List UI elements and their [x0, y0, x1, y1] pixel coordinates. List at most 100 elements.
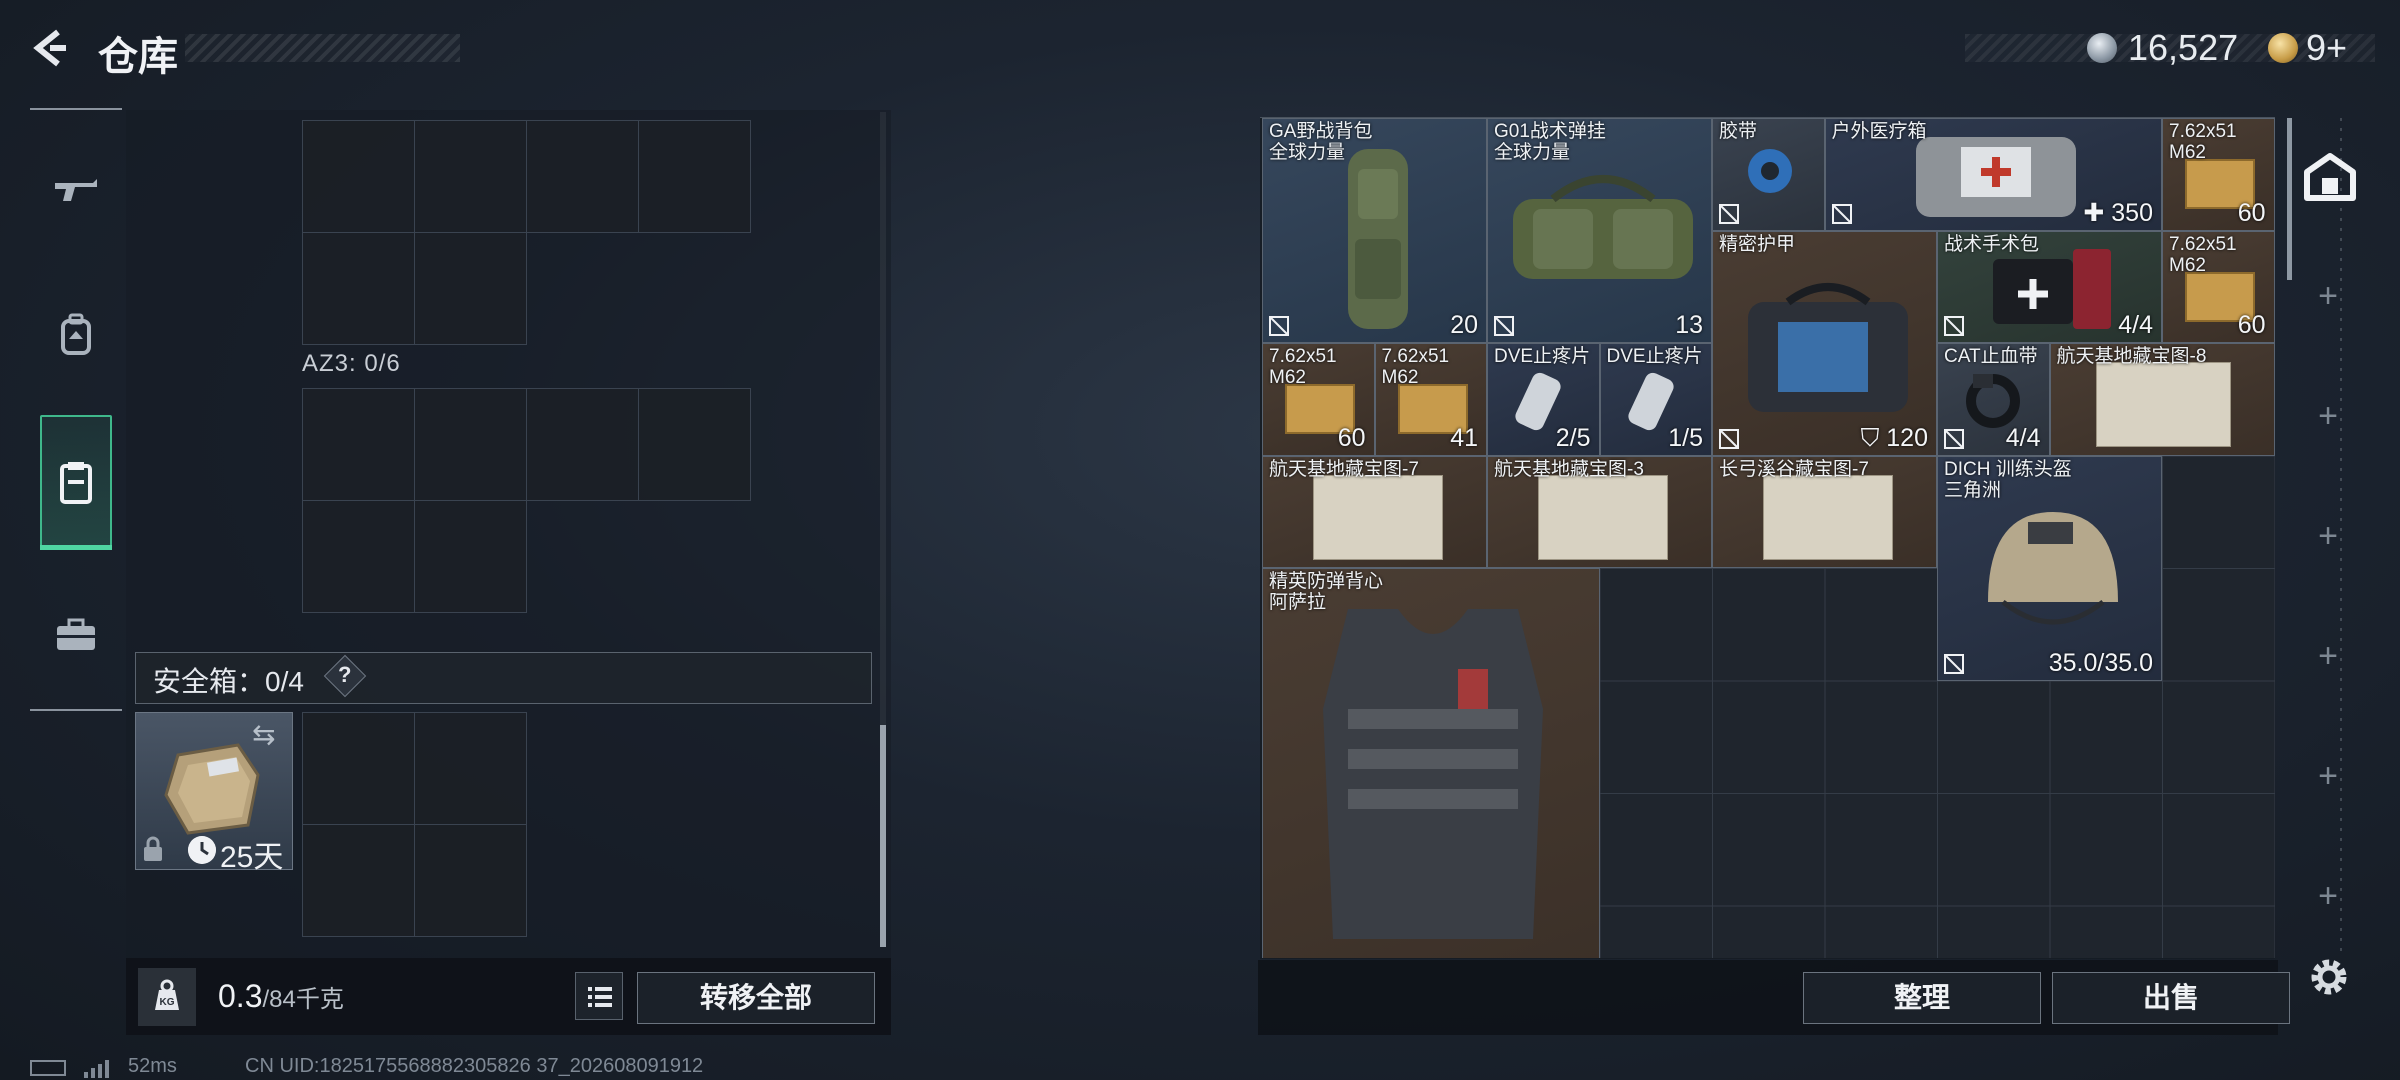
grid-cell[interactable]	[303, 501, 415, 613]
item-name: DICH 训练头盔 三角洲	[1944, 458, 2072, 501]
grid-cell[interactable]	[303, 825, 415, 937]
nav-item-case[interactable]	[40, 590, 112, 680]
list-view-button[interactable]	[575, 972, 623, 1020]
currency-amount[interactable]: 16,527	[2128, 27, 2238, 69]
stash-item-ammo[interactable]: 7.62x51 M62 60	[2162, 118, 2275, 231]
vest-icon	[60, 461, 92, 504]
stash-item-ammo[interactable]: 7.62x51 M62 60	[1262, 343, 1375, 456]
grid-cell[interactable]	[303, 233, 415, 345]
rig-grid-1[interactable]	[302, 120, 751, 345]
warehouse-icon[interactable]	[2303, 150, 2357, 204]
nav-item-weapons[interactable]	[40, 145, 112, 235]
map-icon	[1538, 474, 1668, 560]
stash-item-helmet[interactable]: DICH 训练头盔 三角洲 35.0/35.0	[1937, 455, 2162, 681]
grid-cell[interactable]	[303, 121, 415, 233]
stash-item-ga-backpack[interactable]: GA野战背包 全球力量 20	[1262, 118, 1487, 343]
transfer-all-button[interactable]: 转移全部	[637, 972, 875, 1024]
grid-cell[interactable]	[415, 389, 527, 501]
nav-item-vest[interactable]	[40, 415, 112, 550]
map-icon	[1763, 474, 1893, 560]
stash-item-g01-rig[interactable]: G01战术弹挂 全球力量 13	[1487, 118, 1712, 343]
plus-icon: ✚	[2083, 198, 2112, 227]
stash-item-tourniquet[interactable]: CAT止血带 4/4	[1937, 343, 2050, 456]
grid-cell[interactable]	[303, 713, 415, 825]
item-name: DVE止疼片	[1494, 346, 1591, 367]
helmet-icon	[1988, 511, 2118, 624]
add-stash-tab-icon[interactable]: +	[2313, 757, 2343, 796]
item-capacity: 20	[1450, 311, 1478, 339]
grid-cell[interactable]	[415, 825, 527, 937]
sell-button[interactable]: 出售	[2052, 972, 2290, 1024]
grid-cell[interactable]	[527, 121, 639, 233]
item-count: 60	[1337, 423, 1366, 452]
az3-capacity-label: AZ3: 0/6	[302, 350, 401, 377]
clock-icon	[188, 836, 216, 864]
briefcase-icon	[57, 618, 95, 650]
add-stash-tab-icon[interactable]: +	[2313, 637, 2343, 676]
item-name: 精密护甲	[1719, 233, 1796, 255]
uid-readout: CN UID:1825175568882305826 37_2026080919…	[245, 1055, 704, 1077]
stash-item-ammo[interactable]: 7.62x51 M62 41	[1374, 343, 1487, 456]
item-count: 60	[2237, 311, 2266, 339]
grid-cell[interactable]	[639, 389, 751, 501]
backpack-icon	[61, 313, 91, 355]
grid-cell[interactable]	[415, 713, 527, 825]
tape-icon	[1748, 149, 1792, 193]
stash-item-painkiller[interactable]: DVE止疼片 2/5	[1487, 343, 1600, 456]
add-stash-tab-icon[interactable]: +	[2313, 517, 2343, 556]
stash-item-treasure-map[interactable]: 航天基地藏宝图-7	[1262, 455, 1487, 568]
battery-icon	[30, 1060, 66, 1076]
rig-grid-2[interactable]	[302, 388, 751, 613]
surgical-kit-icon	[1993, 248, 2111, 329]
item-uses: 4/4	[2005, 423, 2041, 452]
item-name: 精英防弹背心 阿萨拉	[1269, 571, 1384, 613]
grid-cell[interactable]	[527, 389, 639, 501]
stash-item-treasure-map[interactable]: 航天基地藏宝图-8	[2049, 343, 2275, 456]
item-name: 户外医疗箱	[1831, 121, 1927, 142]
nav-item-backpack[interactable]	[40, 290, 112, 380]
grid-cell[interactable]	[639, 121, 751, 233]
page-title: 仓库	[98, 35, 178, 79]
stash-item-painkiller[interactable]: DVE止疼片 1/5	[1599, 343, 1712, 456]
backpack-icon	[1348, 149, 1408, 329]
stash-item-treasure-map[interactable]: 航天基地藏宝图-3	[1487, 455, 1712, 568]
item-name: DVE止疼片	[1606, 346, 1703, 367]
item-name: 战术手术包	[1944, 233, 2040, 255]
item-count: 60	[2237, 198, 2266, 227]
back-arrow-icon[interactable]	[28, 26, 72, 70]
add-stash-tab-icon[interactable]: +	[2313, 277, 2343, 316]
secure-grid[interactable]	[302, 712, 527, 937]
grid-cell[interactable]	[303, 389, 415, 501]
add-stash-tab-icon[interactable]: +	[2313, 877, 2343, 916]
token-amount[interactable]: 9+	[2306, 27, 2347, 69]
stash-item-elite-vest[interactable]: 精英防弹背心 阿萨拉	[1262, 568, 1600, 958]
item-name: 航天基地藏宝图-8	[2056, 346, 2207, 367]
grid-cell[interactable]	[415, 501, 527, 613]
secure-container-label: 安全箱：0/4	[153, 666, 304, 697]
no-insurance-icon	[1719, 428, 1739, 449]
stash-item-tape[interactable]: 胶带	[1712, 118, 1825, 231]
stash-grid[interactable]: GA野战背包 全球力量 20 G01战术弹挂 全球力量 13 胶带 户外医疗箱 ✚	[1262, 118, 2275, 958]
vest-icon	[1323, 609, 1543, 939]
item-uses: 4/4	[2118, 311, 2153, 339]
organize-button[interactable]: 整理	[1803, 972, 2041, 1024]
equipment-scroll-thumb[interactable]	[880, 725, 886, 947]
stash-item-surgical-kit[interactable]: 战术手术包 4/4	[1937, 230, 2162, 343]
grid-cell[interactable]	[415, 121, 527, 233]
coin-icon	[2087, 33, 2117, 63]
grid-cell[interactable]	[415, 233, 527, 345]
stash-scroll-thumb[interactable]	[2287, 118, 2292, 280]
stash-item-precision-armor[interactable]: 精密护甲 ⛉ 120	[1712, 230, 1937, 456]
item-name: 7.62x51 M62	[2169, 121, 2237, 163]
stash-item-ammo[interactable]: 7.62x51 M62 60	[2162, 230, 2275, 343]
item-name: 7.62x51 M62	[1269, 346, 1337, 388]
shield-icon: ⛉	[1860, 423, 1887, 452]
add-stash-tab-icon[interactable]: +	[2313, 397, 2343, 436]
stash-item-treasure-map[interactable]: 长弓溪谷藏宝图-7	[1712, 455, 1937, 568]
medkit-icon	[1915, 137, 2076, 217]
swap-icon[interactable]: ⇆	[252, 718, 275, 751]
no-insurance-icon	[1494, 316, 1514, 336]
item-name: GA野战背包 全球力量	[1269, 121, 1373, 163]
stash-item-outdoor-medkit[interactable]: 户外医疗箱 ✚ 350	[1824, 118, 2162, 231]
gear-icon[interactable]	[2307, 955, 2351, 999]
